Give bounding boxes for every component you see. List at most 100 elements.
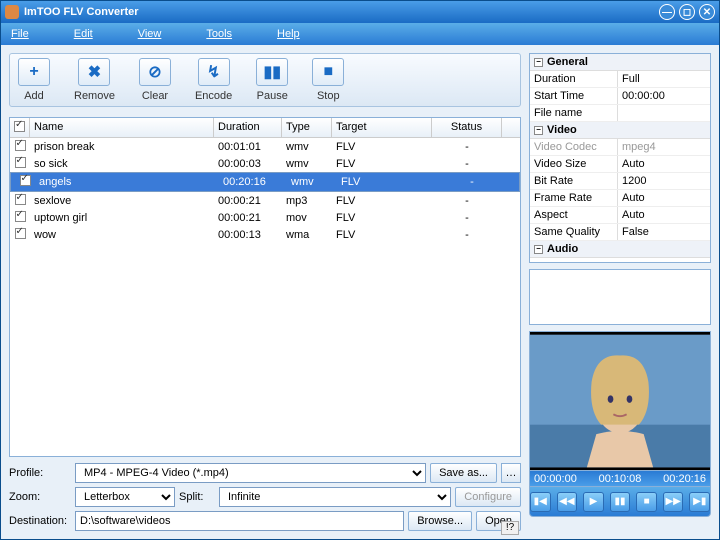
table-row[interactable]: wow00:00:13wmaFLV- <box>10 226 520 243</box>
property-key: Start Time <box>530 88 618 104</box>
property-key: Video Codec <box>530 139 618 155</box>
property-value[interactable]: Auto <box>618 207 710 223</box>
table-row[interactable]: sexlove00:00:21mp3FLV- <box>10 192 520 209</box>
property-row[interactable]: Start Time00:00:00 <box>530 88 710 105</box>
menu-tools[interactable]: Tools <box>206 28 232 40</box>
table-row[interactable]: uptown girl00:00:21movFLV- <box>10 209 520 226</box>
split-select[interactable]: Infinite <box>219 487 451 507</box>
remove-button[interactable]: ✖Remove <box>74 58 115 102</box>
cell-status: - <box>432 228 502 242</box>
property-value[interactable]: False <box>618 224 710 240</box>
property-row[interactable]: DurationFull <box>530 71 710 88</box>
cell-name: prison break <box>30 140 214 154</box>
cell-type: wmv <box>282 157 332 171</box>
player-rewind-button[interactable]: ◀◀ <box>557 492 578 512</box>
property-key: Bit Rate <box>530 173 618 189</box>
property-value[interactable]: mpeg4 <box>618 139 710 155</box>
time-end: 00:20:16 <box>663 473 706 485</box>
group-video[interactable]: −Video <box>530 122 710 139</box>
property-key: Aspect <box>530 207 618 223</box>
file-list: Name Duration Type Target Status prison … <box>9 117 521 457</box>
cell-status: - <box>432 211 502 225</box>
header-duration[interactable]: Duration <box>214 118 282 137</box>
split-label: Split: <box>179 491 215 503</box>
cell-duration: 00:01:01 <box>214 140 282 154</box>
group-audio[interactable]: −Audio <box>530 241 710 258</box>
property-key: File name <box>530 105 618 121</box>
profile-more-button[interactable]: … <box>501 463 521 483</box>
property-row[interactable]: Bit Rate1200 <box>530 173 710 190</box>
add-button[interactable]: +Add <box>18 58 50 102</box>
encode-button[interactable]: ↯Encode <box>195 58 232 102</box>
property-value[interactable]: Auto <box>618 156 710 172</box>
row-checkbox[interactable] <box>15 228 26 239</box>
list-header: Name Duration Type Target Status <box>10 118 520 138</box>
header-check[interactable] <box>10 118 30 137</box>
save-as-button[interactable]: Save as... <box>430 463 497 483</box>
property-value[interactable]: 1200 <box>618 173 710 189</box>
player-play-button[interactable]: ▶ <box>583 492 604 512</box>
cell-target: FLV <box>332 140 432 154</box>
cell-target: FLV <box>332 157 432 171</box>
property-key: Same Quality <box>530 224 618 240</box>
header-type[interactable]: Type <box>282 118 332 137</box>
menubar: File Edit View Tools Help <box>1 23 719 45</box>
property-value[interactable]: 00:00:00 <box>618 88 710 104</box>
clear-button[interactable]: ⊘Clear <box>139 58 171 102</box>
cell-status: - <box>432 157 502 171</box>
statusbar-help-button[interactable]: !? <box>501 521 519 535</box>
cell-duration: 00:00:13 <box>214 228 282 242</box>
property-row[interactable]: File name <box>530 105 710 122</box>
zoom-select[interactable]: Letterbox <box>75 487 175 507</box>
player-prev-button[interactable]: ▮◀ <box>530 492 551 512</box>
menu-view[interactable]: View <box>138 28 162 40</box>
row-checkbox[interactable] <box>15 194 26 205</box>
profile-select[interactable]: MP4 - MPEG-4 Video (*.mp4) <box>75 463 426 483</box>
property-row[interactable]: Same QualityFalse <box>530 224 710 241</box>
row-checkbox[interactable] <box>15 211 26 222</box>
group-general[interactable]: −General <box>530 54 710 71</box>
pause-button[interactable]: ▮▮Pause <box>256 58 288 102</box>
preview-pane[interactable] <box>529 331 711 471</box>
cell-duration: 00:20:16 <box>219 175 287 189</box>
player-next-button[interactable]: ▶▮ <box>689 492 710 512</box>
menu-edit[interactable]: Edit <box>74 28 93 40</box>
stop-button[interactable]: ■Stop <box>312 58 344 102</box>
property-value[interactable]: Full <box>618 71 710 87</box>
menu-file[interactable]: File <box>11 28 29 40</box>
cell-type: wmv <box>282 140 332 154</box>
table-row[interactable]: angels00:20:16wmvFLV- <box>10 172 520 192</box>
description-box <box>529 269 711 325</box>
menu-help[interactable]: Help <box>277 28 300 40</box>
property-row[interactable]: Video Codecmpeg4 <box>530 139 710 156</box>
property-row[interactable]: AspectAuto <box>530 207 710 224</box>
minimize-button[interactable]: — <box>659 4 675 20</box>
configure-button[interactable]: Configure <box>455 487 521 507</box>
player-pause-button[interactable]: ▮▮ <box>610 492 631 512</box>
table-row[interactable]: so sick00:00:03wmvFLV- <box>10 155 520 172</box>
row-checkbox[interactable] <box>20 175 31 186</box>
preview-image <box>530 332 710 470</box>
row-checkbox[interactable] <box>15 157 26 168</box>
cell-type: wmv <box>287 175 337 189</box>
cell-type: mov <box>282 211 332 225</box>
table-row[interactable]: prison break00:01:01wmvFLV- <box>10 138 520 155</box>
maximize-button[interactable]: ◻ <box>679 4 695 20</box>
property-row[interactable]: Frame RateAuto <box>530 190 710 207</box>
property-value[interactable]: Auto <box>618 190 710 206</box>
close-button[interactable]: ✕ <box>699 4 715 20</box>
profile-label: Profile: <box>9 467 71 479</box>
header-name[interactable]: Name <box>30 118 214 137</box>
player-stop-button[interactable]: ■ <box>636 492 657 512</box>
property-value[interactable] <box>618 105 710 121</box>
header-status[interactable]: Status <box>432 118 502 137</box>
toolbar: +Add ✖Remove ⊘Clear ↯Encode ▮▮Pause ■Sto… <box>9 53 521 107</box>
properties-panel[interactable]: −General DurationFullStart Time00:00:00F… <box>529 53 711 263</box>
row-checkbox[interactable] <box>15 140 26 151</box>
cell-status: - <box>437 175 507 189</box>
cell-name: wow <box>30 228 214 242</box>
property-row[interactable]: Video SizeAuto <box>530 156 710 173</box>
player-forward-button[interactable]: ▶▶ <box>663 492 684 512</box>
header-target[interactable]: Target <box>332 118 432 137</box>
preview-timeline[interactable]: 00:00:00 00:10:08 00:20:16 <box>529 471 711 487</box>
